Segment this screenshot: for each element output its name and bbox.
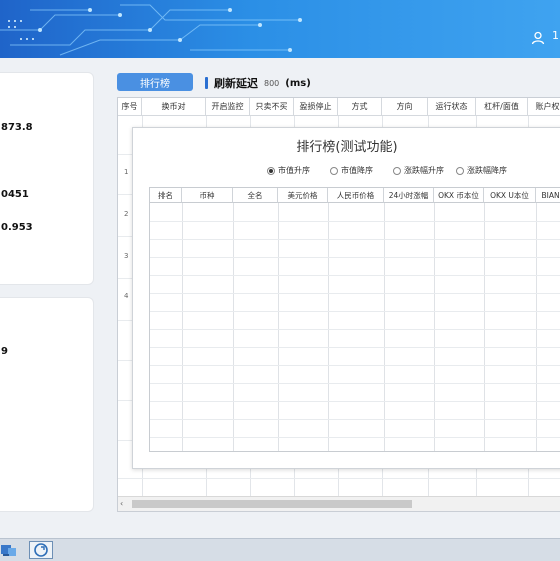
radio-unchecked-icon[interactable] (330, 166, 338, 175)
grid-header[interactable]: 开启监控 (206, 98, 250, 116)
sort-option-change-desc[interactable]: 涨跌幅降序 (456, 165, 507, 176)
row-divider (150, 365, 560, 366)
user-name: 1 (552, 29, 559, 42)
row-divider (150, 239, 560, 240)
column-divider (182, 203, 183, 451)
sort-option-label: 涨跌幅降序 (467, 166, 507, 175)
row-divider (150, 221, 560, 222)
row-divider (150, 383, 560, 384)
taskbar (0, 538, 560, 561)
dialog-title: 排行榜(测试功能) (296, 140, 398, 155)
ranking-header[interactable]: 24小时涨幅 (384, 188, 434, 203)
scrollbar-thumb[interactable] (132, 500, 412, 508)
column-divider (536, 203, 537, 451)
row-number: 2 (124, 210, 129, 218)
refresh-value[interactable]: 800 (264, 79, 279, 88)
stats-card: 9 (0, 297, 94, 512)
ranking-table[interactable]: 排名 币种 全名 美元价格 人民币价格 24小时涨幅 OKX 币本位 OKX U… (149, 187, 560, 452)
section-marker (205, 77, 208, 89)
row-number: 3 (124, 252, 129, 260)
row-divider (150, 293, 560, 294)
grid-header[interactable]: 盈损停止 (294, 98, 338, 116)
circuit-pattern (0, 4, 302, 56)
grid-header[interactable]: 账户权 (528, 98, 560, 116)
user-icon[interactable] (531, 31, 545, 45)
ranking-header[interactable]: 人民币价格 (328, 188, 384, 203)
column-divider (434, 203, 435, 451)
sort-option-market-cap-desc[interactable]: 市值降序 (330, 165, 373, 176)
horizontal-scrollbar[interactable]: ‹ (118, 496, 560, 511)
network-app-icon[interactable] (0, 542, 18, 558)
radio-checked-icon[interactable] (267, 166, 275, 175)
grid-header[interactable]: 方式 (338, 98, 382, 116)
row-number: 1 (124, 168, 129, 176)
column-divider (484, 203, 485, 451)
refresh-unit: (ms) (285, 77, 311, 89)
refresh-delay: 刷新延迟 800 (ms) (205, 75, 311, 91)
sort-option-change-asc[interactable]: 涨跌幅升序 (393, 165, 444, 176)
row-divider (150, 347, 560, 348)
row-divider (150, 275, 560, 276)
radio-unchecked-icon[interactable] (393, 166, 401, 175)
radio-unchecked-icon[interactable] (456, 166, 464, 175)
grid-header[interactable]: 杠杆/面值 (476, 98, 528, 116)
row-divider (150, 329, 560, 330)
row-divider (150, 401, 560, 402)
row-number: 4 (124, 292, 129, 300)
row-divider (150, 257, 560, 258)
ranking-header[interactable]: OKX 币本位 (434, 188, 484, 203)
ranking-header[interactable]: 币种 (182, 188, 233, 203)
sort-option-label: 市值升序 (278, 166, 310, 175)
stat-value: 0.953 (1, 222, 33, 233)
grid-header[interactable]: 只卖不买 (250, 98, 294, 116)
grid-header[interactable]: 运行状态 (428, 98, 476, 116)
ranking-header[interactable]: BIAN 币 (536, 188, 560, 203)
row-divider (150, 311, 560, 312)
ranking-header[interactable]: 排名 (150, 188, 182, 203)
row-divider (150, 419, 560, 420)
stat-value: 0451 (1, 189, 29, 200)
stat-value: 873.8 (1, 122, 33, 133)
sort-option-label: 市值降序 (341, 166, 373, 175)
app-header: 1 (0, 0, 560, 58)
grid-header[interactable]: 换币对 (142, 98, 206, 116)
ranking-header[interactable]: 全名 (233, 188, 278, 203)
column-divider (278, 203, 279, 451)
row-divider (150, 437, 560, 438)
column-divider (233, 203, 234, 451)
ranking-header[interactable]: 美元价格 (278, 188, 328, 203)
row-divider (118, 478, 560, 479)
grid-header[interactable]: 方向 (382, 98, 428, 116)
column-divider (384, 203, 385, 451)
grid-header[interactable]: 序号 (118, 98, 142, 116)
sort-option-market-cap-asc[interactable]: 市值升序 (267, 165, 310, 176)
ranking-button[interactable]: 排行榜 (117, 73, 193, 91)
column-divider (328, 203, 329, 451)
refresh-label: 刷新延迟 (214, 77, 258, 90)
sort-option-label: 涨跌幅升序 (404, 166, 444, 175)
ranking-header[interactable]: OKX U本位 (484, 188, 536, 203)
app-logo-icon[interactable] (29, 541, 53, 559)
stat-value: 9 (1, 346, 8, 357)
scroll-left-icon[interactable]: ‹ (120, 499, 123, 508)
ranking-dialog: 排行榜(测试功能) 市值升序 市值降序 涨跌幅升序 涨跌幅降序 排名 币种 全名… (132, 127, 560, 469)
stats-card: 873.8 0451 0.953 (0, 72, 94, 285)
